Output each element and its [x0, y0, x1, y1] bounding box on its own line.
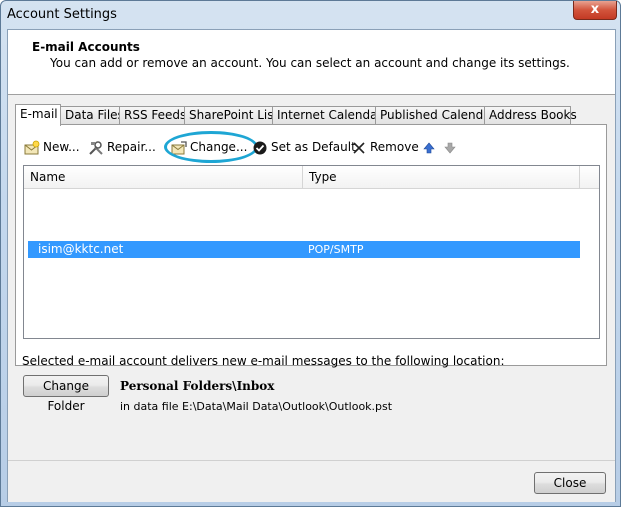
- tab-address-books[interactable]: Address Books: [484, 106, 577, 124]
- change-folder-button[interactable]: Change Folder: [23, 375, 109, 413]
- tab-published-calendars[interactable]: Published Calendars: [375, 106, 502, 124]
- move-down-button[interactable]: [442, 137, 461, 157]
- header-description: You can add or remove an account. You ca…: [50, 56, 570, 70]
- delivery-folder: Personal Folders\Inbox: [120, 379, 275, 393]
- set-as-default-button[interactable]: Set as Default: [252, 137, 356, 157]
- email-tab-panel: New... Repair... Change... Set as Defaul…: [15, 124, 607, 366]
- accounts-list[interactable]: Name Type isim@kktc.net POP/SMTP: [23, 165, 600, 339]
- tab-rss-feeds[interactable]: RSS Feeds: [119, 106, 186, 124]
- arrow-up-icon: [423, 142, 435, 153]
- tab-email[interactable]: E-mail: [15, 104, 61, 126]
- arrow-down-icon: [444, 142, 456, 153]
- account-name: isim@kktc.net: [38, 242, 124, 256]
- tab-data-files[interactable]: Data Files: [60, 106, 124, 124]
- dialog-client: E-mail Accounts You can add or remove an…: [7, 29, 616, 502]
- window-close-button[interactable]: x: [573, 1, 617, 20]
- remove-label: Remove: [370, 140, 419, 154]
- repair-button[interactable]: Repair...: [88, 137, 156, 157]
- remove-x-icon: [353, 141, 365, 154]
- tab-sharepoint-lists[interactable]: SharePoint Lists: [184, 106, 284, 124]
- dialog-footer: Close: [8, 460, 615, 502]
- repair-label: Repair...: [107, 140, 156, 154]
- checkmark-icon: [253, 141, 267, 154]
- dialog-header: E-mail Accounts You can add or remove an…: [8, 30, 615, 95]
- delivery-data-file-path: in data file E:\Data\Mail Data\Outlook\O…: [120, 400, 393, 413]
- accounts-list-header: Name Type: [24, 166, 599, 189]
- window-title: Account Settings: [7, 7, 117, 22]
- new-account-label: New...: [43, 140, 80, 154]
- close-button[interactable]: Close: [534, 472, 606, 494]
- set-as-default-label: Set as Default: [271, 140, 356, 154]
- new-email-icon: [24, 140, 40, 154]
- close-icon: x: [590, 2, 600, 17]
- remove-button[interactable]: Remove: [351, 137, 419, 157]
- move-up-button[interactable]: [421, 137, 440, 157]
- header-title: E-mail Accounts: [32, 40, 140, 54]
- new-account-button[interactable]: New...: [24, 137, 80, 157]
- title-bar: Account Settings x: [1, 1, 620, 29]
- tab-internet-calendars[interactable]: Internet Calendars: [272, 106, 389, 124]
- tools-icon: [89, 140, 103, 155]
- column-header-name[interactable]: Name: [24, 166, 303, 188]
- account-settings-window: Account Settings x E-mail Accounts You c…: [0, 0, 621, 507]
- account-toolbar: New... Repair... Change... Set as Defaul…: [24, 131, 599, 163]
- column-header-type[interactable]: Type: [303, 166, 580, 188]
- account-row[interactable]: isim@kktc.net POP/SMTP: [28, 241, 580, 258]
- change-highlight-ellipse: [164, 131, 258, 163]
- delivery-location-text: Selected e-mail account delivers new e-m…: [22, 354, 505, 368]
- account-type: POP/SMTP: [308, 243, 364, 256]
